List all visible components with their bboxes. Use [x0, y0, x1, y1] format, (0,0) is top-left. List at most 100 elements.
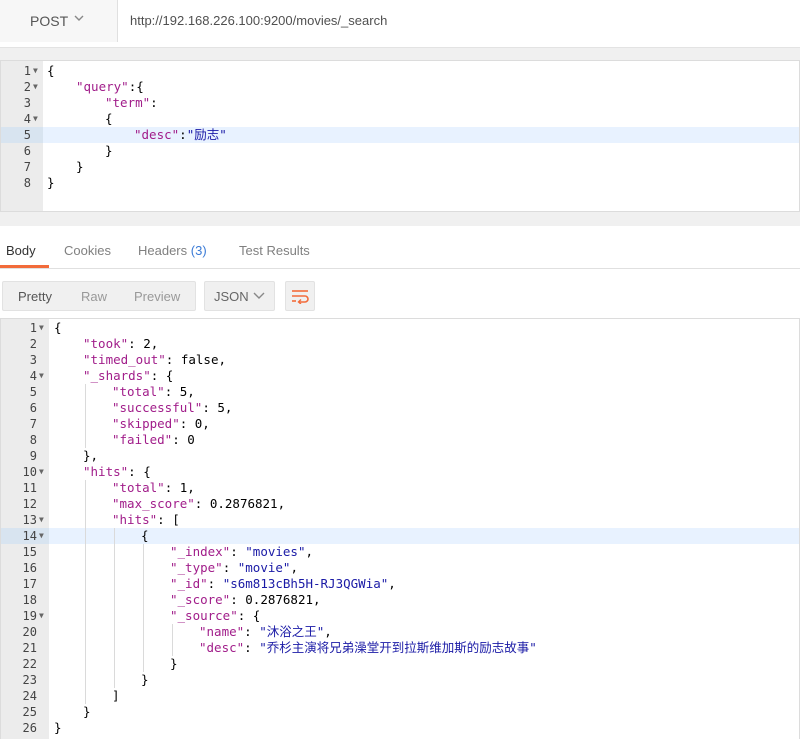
line-number: 13: [22, 513, 37, 527]
line-number: 5: [29, 385, 37, 399]
indent-guide: [85, 384, 86, 448]
fold-toggle-icon[interactable]: ▼: [39, 608, 44, 624]
method-dropdown[interactable]: POST: [0, 0, 118, 42]
json-punct: ,: [290, 560, 298, 575]
code-line: 4 ▼ {: [1, 111, 799, 127]
code-line: 7 "skipped": 0,: [1, 416, 799, 432]
code-line: 1 ▼ {: [1, 63, 799, 79]
line-number: 8: [29, 433, 37, 447]
code-text: {: [54, 320, 62, 336]
code-line: 8}: [1, 175, 799, 191]
json-punct: : 5,: [164, 384, 195, 399]
json-punct: ,: [324, 624, 332, 639]
json-key: "term": [105, 95, 151, 110]
json-punct: : [: [157, 512, 180, 527]
code-text: }: [170, 656, 178, 672]
request-body-editor[interactable]: 1 ▼{2 ▼ "query":{3 "term": 4 ▼{5 "desc":"励志" 6} 7…: [0, 60, 800, 212]
fold-toggle-icon[interactable]: ▼: [33, 79, 38, 95]
json-punct: : 1,: [164, 480, 195, 495]
line-number: 12: [22, 497, 37, 511]
line-number: 20: [22, 625, 37, 639]
json-punct: {: [47, 63, 55, 78]
wrap-lines-button[interactable]: [285, 281, 315, 311]
code-text: {: [47, 63, 55, 79]
code-text: }: [141, 672, 149, 688]
json-key: "_source": [170, 608, 238, 623]
raw-button[interactable]: Raw: [81, 289, 107, 304]
json-punct: : {: [128, 464, 151, 479]
url-input[interactable]: http://192.168.226.100:9200/movies/_sear…: [130, 0, 387, 42]
code-line: 5 "desc":"励志": [1, 127, 799, 143]
json-punct: :: [150, 95, 158, 110]
json-punct: ,: [305, 544, 314, 559]
line-number: 1: [29, 321, 37, 335]
code-text: }: [83, 704, 91, 720]
json-punct: :: [207, 576, 223, 591]
code-line: 6 "successful": 5,: [1, 400, 799, 416]
code-line: 1 ▼ {: [1, 320, 799, 336]
line-number: 21: [22, 641, 37, 655]
tab-cookies[interactable]: Cookies: [64, 243, 111, 258]
code-text: "took": 2,: [83, 336, 158, 352]
json-key: "took": [83, 336, 129, 351]
pretty-button[interactable]: Pretty: [18, 289, 52, 304]
tab-body[interactable]: Body: [6, 243, 36, 258]
code-line: 19 ▼ "_source": {: [1, 608, 799, 624]
code-line: 2 ▼ "query":{: [1, 79, 799, 95]
json-punct: : {: [237, 608, 261, 623]
code-text: "_id": "s6m813cBh5H-RJ3QGWia",: [170, 576, 396, 592]
headers-count-badge: (3): [190, 243, 207, 258]
code-text: "timed_out": false,: [83, 352, 226, 368]
code-line: 6}: [1, 143, 799, 159]
json-punct: : 0.2876821,: [194, 496, 286, 511]
code-line: 23}: [1, 672, 799, 688]
line-number: 2: [23, 80, 31, 94]
response-body-viewer[interactable]: 1 ▼{2 "took": 2, 3 "timed_out": false, 4 ▼ "_sh…: [0, 318, 800, 739]
tab-test-results[interactable]: Test Results: [239, 243, 310, 258]
json-punct: }: [141, 672, 149, 687]
code-line: 18 "_score": 0.2876821,: [1, 592, 799, 608]
wrap-lines-icon: [292, 290, 309, 304]
tab-headers[interactable]: Headers (3): [138, 243, 207, 258]
fold-toggle-icon[interactable]: ▼: [33, 63, 38, 79]
json-key: "hits": [83, 464, 129, 479]
code-line: 12 "max_score": 0.2876821,: [1, 496, 799, 512]
code-text: }: [47, 175, 55, 191]
fold-toggle-icon[interactable]: ▼: [39, 464, 44, 480]
json-punct: {: [105, 111, 113, 126]
json-string: "沐浴之王": [259, 624, 325, 639]
code-text: "term":: [105, 95, 158, 111]
json-key: "name": [199, 624, 245, 639]
line-number: 26: [22, 721, 37, 735]
preview-button[interactable]: Preview: [134, 289, 180, 304]
fold-toggle-icon[interactable]: ▼: [39, 320, 44, 336]
code-text: "_shards": {: [83, 368, 173, 384]
json-string: "励志": [186, 127, 227, 142]
code-line: 7}: [1, 159, 799, 175]
fold-toggle-icon[interactable]: ▼: [33, 111, 38, 127]
indent-guide: [114, 528, 115, 688]
json-key: "timed_out": [83, 352, 166, 367]
code-line: 3 "term":: [1, 95, 799, 111]
line-number: 3: [23, 96, 31, 110]
method-label: POST: [30, 13, 69, 29]
language-dropdown[interactable]: JSON: [204, 281, 275, 311]
json-key: "_id": [170, 576, 208, 591]
json-punct: }: [47, 175, 55, 190]
line-number: 3: [29, 353, 37, 367]
code-text: ]: [112, 688, 120, 704]
fold-toggle-icon[interactable]: ▼: [39, 368, 44, 384]
code-line: 17 "_id": "s6m813cBh5H-RJ3QGWia",: [1, 576, 799, 592]
code-text: }: [105, 143, 113, 159]
code-line: 5 "total": 5,: [1, 384, 799, 400]
json-punct: :: [179, 127, 187, 142]
code-text: "successful": 5,: [112, 400, 232, 416]
request-bar: POST http://192.168.226.100:9200/movies/…: [0, 0, 800, 48]
json-key: "total": [112, 384, 165, 399]
line-number: 10: [22, 465, 37, 479]
json-key: "_shards": [83, 368, 151, 383]
code-line: 3 "timed_out": false,: [1, 352, 799, 368]
code-line: 20 "name": "沐浴之王",: [1, 624, 799, 640]
fold-toggle-icon[interactable]: ▼: [39, 528, 44, 544]
fold-toggle-icon[interactable]: ▼: [39, 512, 44, 528]
